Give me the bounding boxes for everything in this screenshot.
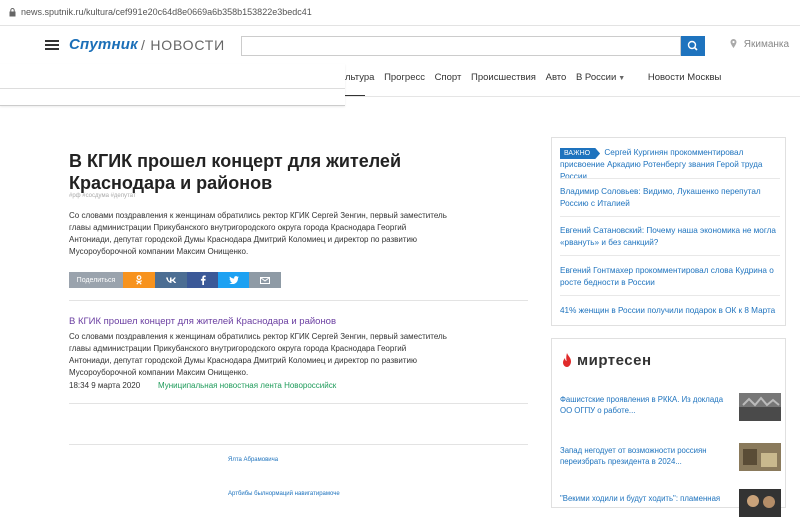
news-item[interactable]: Владимир Соловьев: Видимо, Лукашенко пер… bbox=[560, 186, 785, 210]
nav-item-culture[interactable]: льтура bbox=[345, 72, 374, 83]
important-badge: ВАЖНО bbox=[560, 148, 601, 159]
share-ok-button[interactable] bbox=[123, 272, 155, 288]
menu-icon[interactable] bbox=[45, 40, 59, 50]
dropdown-divider bbox=[0, 88, 345, 89]
related-article-date: 18:34 9 марта 2020 bbox=[69, 381, 141, 390]
mirtesen-logo-text: миртесен bbox=[577, 352, 652, 369]
related-article-source[interactable]: Муниципальная новостная лента Новороссий… bbox=[158, 381, 336, 390]
divider bbox=[69, 300, 528, 301]
location-selector[interactable]: Якиманка bbox=[730, 39, 789, 50]
news-item[interactable]: Евгений Сатановский: Почему наша экономи… bbox=[560, 225, 785, 249]
site-logo[interactable]: Спутник bbox=[69, 36, 138, 53]
divider bbox=[560, 295, 780, 296]
share-facebook-button[interactable] bbox=[187, 272, 218, 288]
mirtesen-logo[interactable]: миртесен bbox=[562, 352, 652, 369]
mirtesen-widget: миртесен Фашистские проявления в РККА. И… bbox=[551, 338, 786, 517]
section-title[interactable]: / НОВОСТИ bbox=[141, 37, 225, 53]
news-thumbnail[interactable] bbox=[739, 443, 781, 471]
nav-item-sport[interactable]: Спорт bbox=[435, 72, 462, 83]
twitter-icon bbox=[228, 276, 239, 284]
search-input[interactable] bbox=[241, 36, 681, 56]
search-button[interactable] bbox=[681, 36, 705, 56]
share-bar: Поделиться bbox=[69, 272, 281, 288]
news-item[interactable]: 41% женщин в России получили подарок в О… bbox=[560, 305, 785, 317]
nav-item-auto[interactable]: Авто bbox=[546, 72, 567, 83]
nav-item-russia-label: В России bbox=[575, 72, 617, 83]
vk-icon bbox=[166, 277, 177, 283]
article-lead: Со словами поздравления к женщинам обрат… bbox=[69, 211, 447, 256]
location-label: Якиманка bbox=[743, 39, 790, 50]
important-news-widget: ВАЖНО Сергей Кургинян прокомментировал п… bbox=[551, 137, 786, 326]
address-bar[interactable]: news.sputnik.ru/kultura/cef991e20c64d8e0… bbox=[0, 0, 800, 26]
nav-item-incidents[interactable]: Происшествия bbox=[471, 72, 536, 83]
share-label: Поделиться bbox=[69, 272, 123, 288]
related-article-text: Со словами поздравления к женщинам обрат… bbox=[69, 332, 447, 377]
mirtesen-item[interactable]: Запад негодует от возможности россиян пе… bbox=[560, 445, 728, 467]
divider bbox=[69, 403, 528, 404]
share-mail-button[interactable] bbox=[249, 272, 281, 288]
nav-divider bbox=[345, 96, 800, 97]
related-article-link[interactable]: В КГИК прошел концерт для жителей Красно… bbox=[69, 316, 336, 327]
mail-icon bbox=[260, 276, 270, 284]
chevron-down-icon: ▼ bbox=[618, 75, 626, 82]
fire-icon bbox=[563, 353, 571, 367]
ok-icon bbox=[135, 275, 143, 285]
share-vk-button[interactable] bbox=[155, 272, 187, 288]
divider bbox=[560, 255, 780, 256]
news-item[interactable]: Евгений Гонтмахер прокомментировал слова… bbox=[560, 265, 785, 289]
divider bbox=[560, 216, 780, 217]
news-thumbnail[interactable] bbox=[739, 393, 781, 421]
search-icon bbox=[687, 40, 698, 51]
nav-item-russia[interactable]: В России ▼ bbox=[576, 72, 632, 83]
facebook-icon bbox=[200, 275, 206, 285]
divider bbox=[560, 178, 780, 179]
article-title: В КГИК прошел концерт для жителей Красно… bbox=[69, 151, 402, 193]
site-header: Спутник / НОВОСТИ Якиманка bbox=[0, 26, 800, 64]
more-link[interactable]: Артбибы былнормаций навигатирамоче bbox=[228, 491, 340, 497]
article-tags[interactable]: #рф #сосдума #депутат bbox=[69, 193, 136, 199]
nav-item-moscow[interactable]: Новости Москвы bbox=[648, 72, 722, 83]
mirtesen-item[interactable]: "Векими ходили и будут ходить": пламенна… bbox=[560, 493, 728, 504]
author-link[interactable]: Ялта Абрамовича bbox=[228, 457, 278, 463]
rubric-nav: льтура Прогресс Спорт Происшествия Авто … bbox=[345, 72, 728, 92]
nav-item-progress[interactable]: Прогресс bbox=[384, 72, 425, 83]
lock-icon bbox=[9, 8, 16, 17]
url-text[interactable]: news.sputnik.ru/kultura/cef991e20c64d8e0… bbox=[21, 7, 312, 17]
mirtesen-item[interactable]: Фашистские проявления в РККА. Из доклада… bbox=[560, 394, 728, 416]
divider bbox=[69, 444, 528, 445]
location-pin-icon bbox=[730, 39, 737, 48]
news-thumbnail[interactable] bbox=[739, 489, 781, 517]
share-twitter-button[interactable] bbox=[218, 272, 249, 288]
menu-dropdown-panel bbox=[0, 64, 345, 106]
